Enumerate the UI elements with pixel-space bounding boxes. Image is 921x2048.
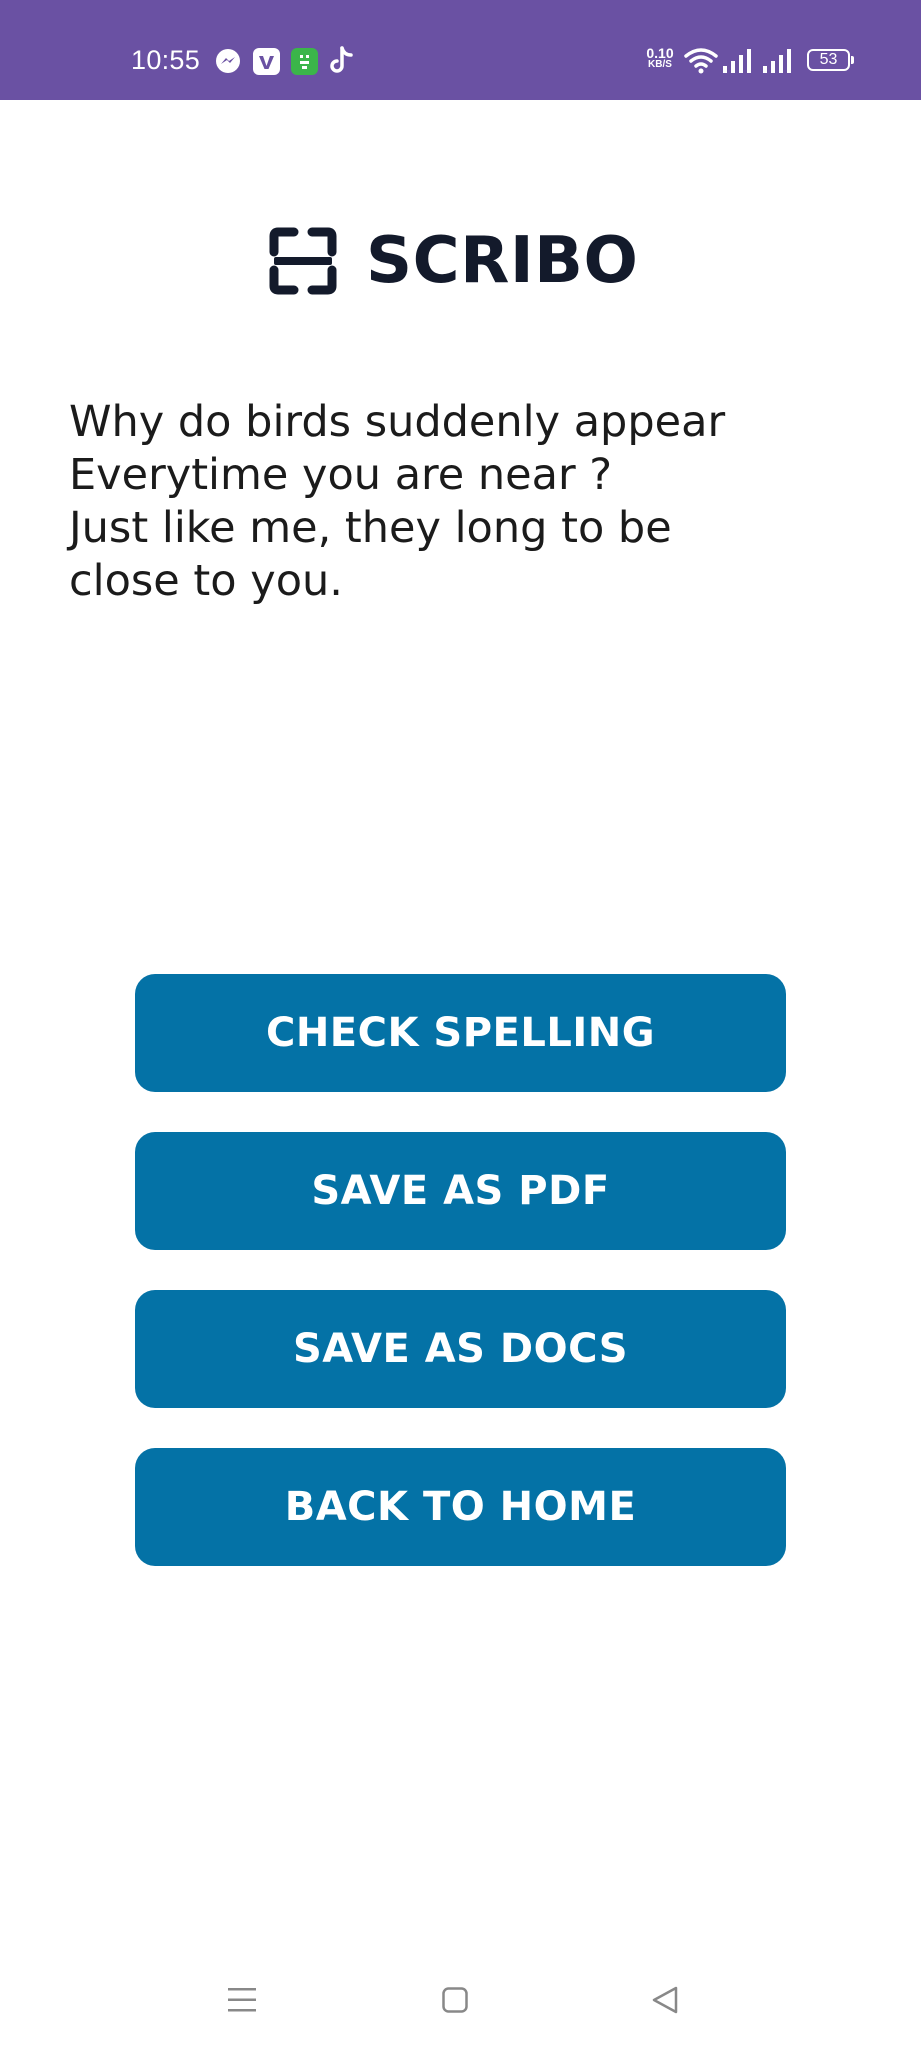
- scanned-text: Why do birds suddenly appear Everytime y…: [69, 397, 726, 606]
- signal-icon-2: [763, 49, 791, 73]
- check-spelling-button[interactable]: CHECK SPELLING: [135, 974, 786, 1092]
- vimeo-icon: [253, 48, 280, 75]
- wifi-icon: [684, 48, 718, 74]
- status-bar: 10:55 0.10 KB/S 53: [0, 0, 921, 100]
- navigation-bar: [0, 1960, 921, 2048]
- back-to-home-button[interactable]: BACK TO HOME: [135, 1448, 786, 1566]
- messenger-icon: [216, 49, 240, 73]
- tiktok-icon: [330, 46, 353, 73]
- battery-icon: 53: [807, 49, 850, 71]
- battery-tip: [851, 56, 854, 64]
- menu-icon[interactable]: [227, 1986, 257, 2014]
- chat-app-icon: [291, 48, 318, 75]
- home-icon[interactable]: [442, 1987, 468, 2013]
- battery-level: 53: [819, 51, 838, 68]
- status-time: 10:55: [131, 45, 201, 75]
- action-buttons: CHECK SPELLING SAVE AS PDF SAVE AS DOCS …: [135, 974, 786, 1606]
- scan-frame-icon: [269, 227, 337, 295]
- back-icon[interactable]: [651, 1986, 679, 2014]
- network-speed-value: 0.10: [646, 45, 674, 61]
- save-as-docs-button[interactable]: SAVE AS DOCS: [135, 1290, 786, 1408]
- signal-icon: [723, 49, 751, 73]
- network-speed-unit: KB/S: [648, 59, 672, 70]
- network-speed: 0.10 KB/S: [643, 45, 677, 71]
- brand-name: SCRIBO: [366, 224, 639, 298]
- save-as-pdf-button[interactable]: SAVE AS PDF: [135, 1132, 786, 1250]
